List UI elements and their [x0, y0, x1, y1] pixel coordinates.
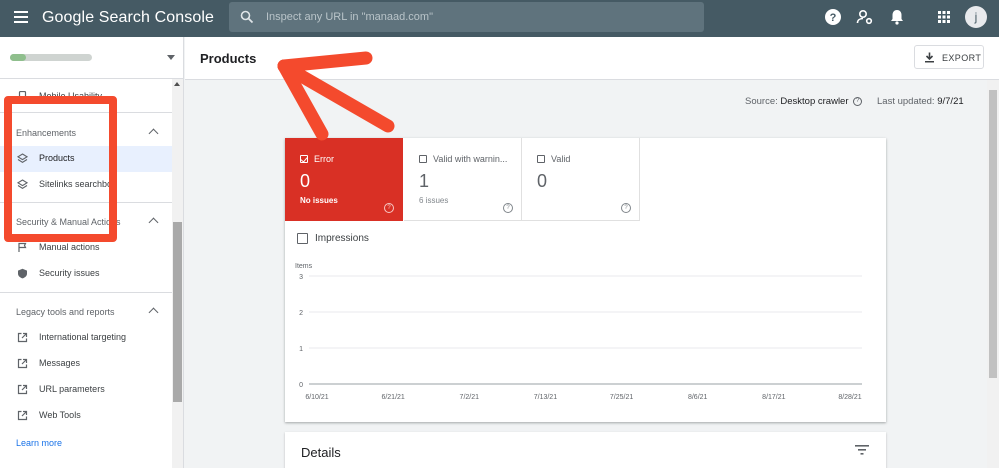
app-title[interactable]: Google Search Console: [42, 9, 214, 27]
y-tick-label: 1: [299, 346, 303, 353]
menu-icon[interactable]: [14, 11, 28, 23]
x-tick-label: 8/28/21: [838, 394, 861, 401]
x-tick-label: 7/2/21: [460, 394, 480, 401]
source-label: Source:: [745, 96, 778, 107]
property-selector[interactable]: [0, 37, 183, 79]
apps-grid-icon[interactable]: [935, 8, 953, 26]
chevron-down-icon: [167, 55, 175, 60]
details-panel: Details: [285, 432, 886, 468]
avatar[interactable]: j: [965, 6, 987, 28]
search-input[interactable]: [266, 9, 686, 25]
y-axis-label: Items: [295, 263, 313, 270]
top-app-bar: Google Search Console ? j: [0, 0, 999, 37]
status-card: Error 0 No issues ? Valid with warnin...…: [285, 138, 886, 422]
external-link-icon: [17, 384, 28, 395]
help-icon[interactable]: ?: [503, 203, 513, 213]
y-tick-label: 2: [299, 310, 303, 317]
tile-sub: No issues: [300, 196, 338, 205]
chevron-up-icon: [148, 307, 159, 318]
tile-label: Error: [314, 154, 334, 164]
checkbox[interactable]: [419, 155, 427, 163]
sidebar-item-label: Security issues: [39, 268, 100, 278]
tile-label: Valid with warnin...: [433, 154, 508, 164]
tile-count: 0: [300, 171, 311, 191]
tile-valid-with-warnings[interactable]: Valid with warnin... 1 6 issues ?: [404, 138, 522, 221]
x-tick-label: 8/17/21: [762, 394, 785, 401]
export-label: EXPORT: [942, 53, 982, 63]
x-tick-label: 7/13/21: [534, 394, 557, 401]
x-tick-label: 6/10/21: [305, 394, 328, 401]
page-header: Products EXPORT: [185, 37, 999, 80]
updated-value: 9/7/21: [937, 96, 964, 107]
x-tick-label: 7/25/21: [610, 394, 633, 401]
tile-error[interactable]: Error 0 No issues ?: [285, 138, 403, 221]
annotation-highlight-box: [4, 96, 117, 242]
learn-more-link[interactable]: Learn more: [16, 438, 62, 448]
tile-count: 0: [537, 171, 548, 191]
sidebar-item-label: URL parameters: [39, 384, 105, 394]
x-tick-label: 6/21/21: [381, 394, 404, 401]
help-icon[interactable]: ?: [621, 203, 631, 213]
checkbox[interactable]: [297, 233, 308, 244]
source-info: Source: Desktop crawler ?: [745, 96, 863, 107]
details-title: Details: [301, 445, 341, 460]
shield-icon: [18, 268, 27, 279]
checkbox[interactable]: [300, 155, 308, 163]
filter-icon[interactable]: [855, 444, 869, 456]
external-link-icon: [17, 410, 28, 421]
sidebar-item-web-tools[interactable]: Web Tools: [0, 403, 172, 429]
help-icon[interactable]: ?: [824, 8, 842, 26]
search-icon: [240, 10, 254, 24]
scrollbar-thumb[interactable]: [173, 222, 182, 402]
chevron-up-icon: [148, 217, 159, 228]
main-scrollbar[interactable]: [987, 80, 999, 468]
y-tick-label: 0: [299, 382, 303, 389]
export-button[interactable]: EXPORT: [914, 45, 984, 69]
tile-sub: 6 issues: [419, 196, 449, 205]
sidebar-item-label: Manual actions: [39, 242, 100, 252]
svg-text:?: ?: [830, 12, 837, 24]
divider: [0, 292, 172, 293]
sidebar-item-messages[interactable]: Messages: [0, 351, 172, 377]
section-legacy-tools[interactable]: Legacy tools and reports: [0, 299, 172, 325]
tile-valid[interactable]: Valid 0 ?: [522, 138, 640, 221]
sidebar-scrollbar[interactable]: [172, 79, 183, 468]
external-link-icon: [17, 332, 28, 343]
sidebar-item-label: Messages: [39, 358, 81, 368]
url-inspection-search[interactable]: [229, 2, 704, 32]
help-icon[interactable]: ?: [384, 203, 394, 213]
scrollbar-thumb[interactable]: [989, 90, 997, 378]
property-favicon: [10, 54, 26, 61]
sidebar-item-label: Web Tools: [39, 410, 81, 420]
y-tick-label: 3: [299, 274, 303, 281]
external-link-icon: [17, 358, 28, 369]
account-settings-icon[interactable]: [856, 8, 874, 26]
notifications-bell-icon[interactable]: [888, 8, 906, 26]
flag-icon: [18, 242, 27, 252]
items-chart: Items 3 2 1 06/10/21 6/21/21 7/2/21 7/13/21 7/25…: [295, 263, 862, 401]
sidebar-item-international-targeting[interactable]: International targeting: [0, 325, 172, 351]
x-tick-label: 8/6/21: [688, 394, 708, 401]
checkbox[interactable]: [537, 155, 545, 163]
tile-count: 1: [419, 171, 430, 191]
sidebar-item-security-issues[interactable]: Security issues: [0, 261, 172, 287]
scroll-up-arrow-icon[interactable]: [174, 82, 180, 86]
source-value: Desktop crawler: [780, 96, 849, 107]
chevron-up-icon: [148, 128, 159, 139]
last-updated: Last updated: 9/7/21: [877, 96, 964, 107]
help-icon[interactable]: ?: [853, 96, 863, 106]
sidebar-item-label: International targeting: [39, 332, 127, 342]
sidebar-item-url-parameters[interactable]: URL parameters: [0, 377, 172, 403]
section-title: Legacy tools and reports: [16, 307, 115, 317]
download-icon: [925, 52, 934, 63]
tile-label: Valid: [551, 154, 571, 164]
impressions-label: Impressions: [315, 233, 369, 244]
page-title: Products: [200, 51, 257, 66]
updated-label: Last updated:: [877, 96, 935, 107]
